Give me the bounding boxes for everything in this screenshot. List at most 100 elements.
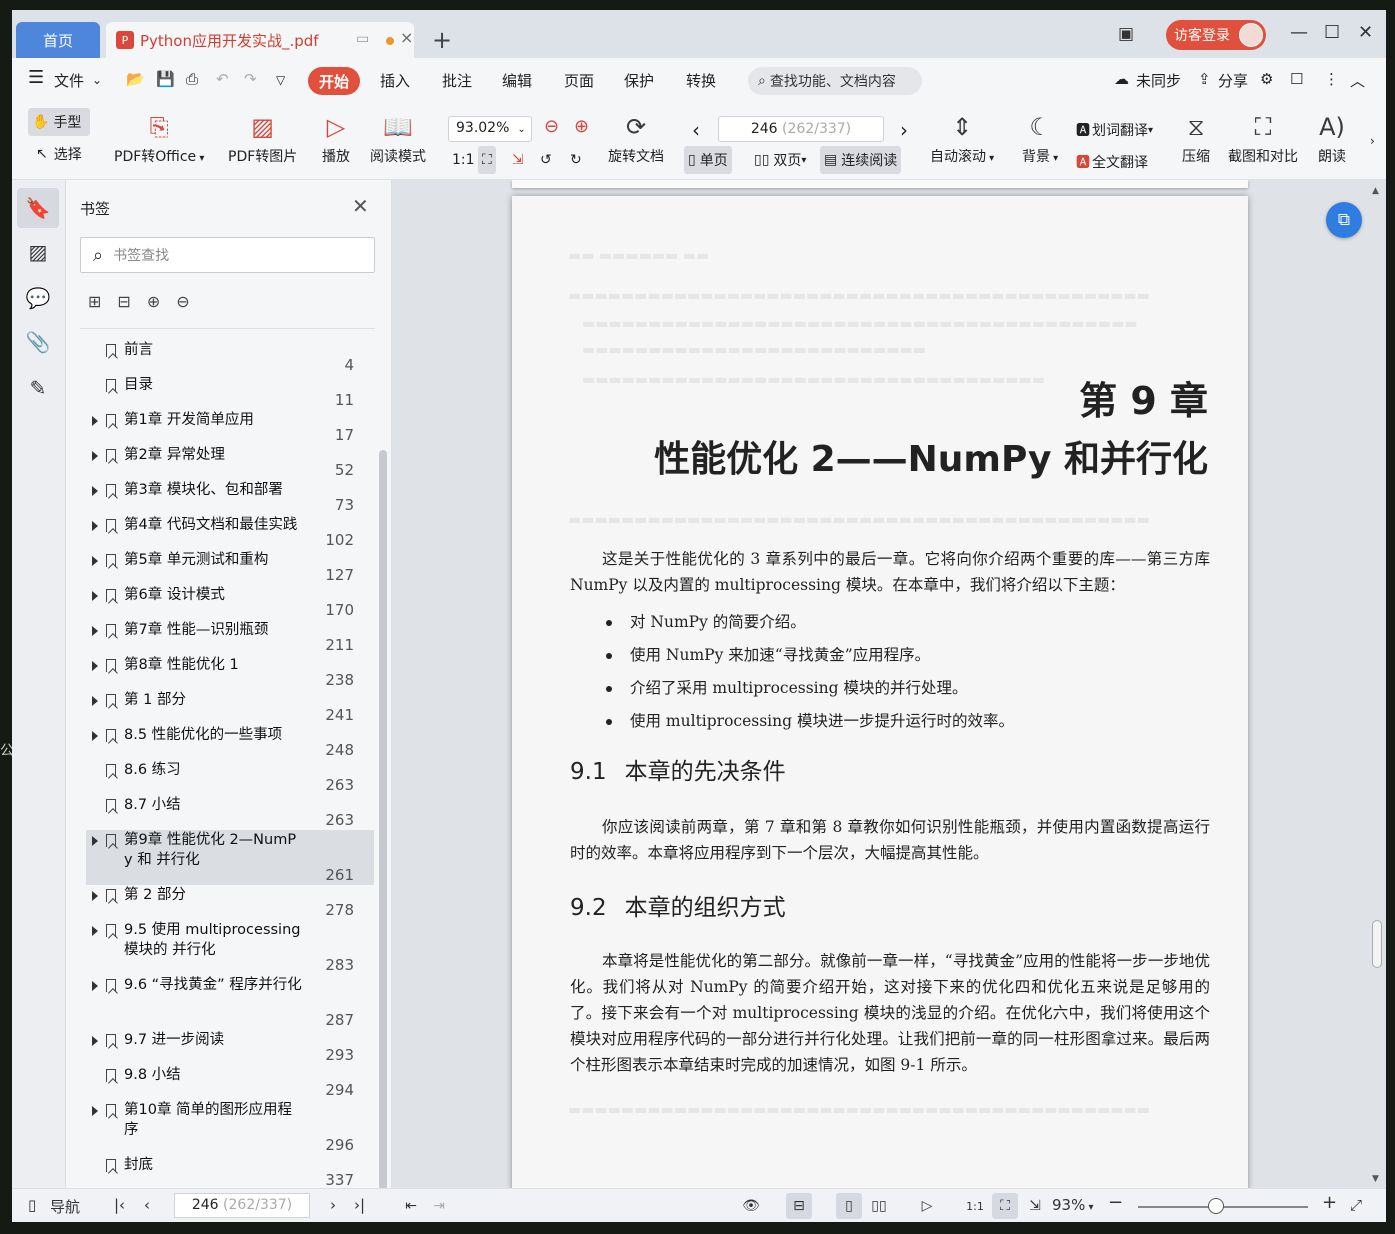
- play-button[interactable]: ▷ 播放: [322, 112, 350, 166]
- screenshot-compare-button[interactable]: ⛶ 截图和对比: [1228, 112, 1298, 166]
- bookmark-item[interactable]: 第 1 部分 241: [86, 690, 374, 725]
- bookmark-item[interactable]: 第5章 单元测试和重构 127: [86, 550, 374, 585]
- single-page-status-icon[interactable]: ▯: [836, 1193, 862, 1219]
- expand-arrow-icon[interactable]: [92, 1106, 98, 1116]
- fit-width-icon[interactable]: ⇲: [508, 146, 528, 174]
- rotate-left-icon[interactable]: ↺: [536, 146, 556, 174]
- compress-button[interactable]: ⧖ 压缩: [1182, 112, 1210, 166]
- expand-arrow-icon[interactable]: [92, 1036, 98, 1046]
- full-translate-button[interactable]: 🅰 全文翻译: [1072, 148, 1152, 176]
- close-tab-icon[interactable]: ×: [400, 28, 413, 47]
- signature-icon[interactable]: ✎: [17, 368, 59, 408]
- cloud-sync-icon[interactable]: ☁: [1114, 70, 1129, 88]
- eye-protection-icon[interactable]: 👁: [738, 1193, 764, 1219]
- bookmark-panel-icon[interactable]: 🔖: [17, 188, 59, 228]
- bookmark-item[interactable]: 8.7 小结 263: [86, 795, 374, 830]
- bookmark-item[interactable]: 9.7 进一步阅读 293: [86, 1030, 374, 1065]
- floating-tool-icon[interactable]: ⧉: [1326, 202, 1362, 238]
- share-button[interactable]: 分享: [1218, 70, 1248, 91]
- share-icon[interactable]: ⇪: [1198, 70, 1211, 88]
- bookmark-item[interactable]: 封底 337: [86, 1155, 374, 1190]
- bookmark-item[interactable]: 第9章 性能优化 2—NumP y 和 并行化 261: [86, 830, 374, 885]
- scroll-down-icon[interactable]: ▼: [1372, 1174, 1379, 1184]
- menu-edit[interactable]: 编辑: [502, 70, 532, 91]
- bookmark-item[interactable]: 9.8 小结 294: [86, 1065, 374, 1100]
- expand-arrow-icon[interactable]: [92, 416, 98, 426]
- zoom-out-icon[interactable]: ⊖: [544, 116, 559, 137]
- zoom-out-status-icon[interactable]: −: [1108, 1192, 1123, 1213]
- bookmark-search-input[interactable]: ⌕ 书签查找: [80, 237, 375, 273]
- prev-page-status-icon[interactable]: ‹: [144, 1196, 150, 1214]
- menu-annotate[interactable]: 批注: [442, 70, 472, 91]
- bookmark-item[interactable]: 第8章 性能优化 1 238: [86, 655, 374, 690]
- bookmark-item[interactable]: 前言 4: [86, 340, 374, 375]
- collapse-ribbon-icon[interactable]: ︿: [1350, 70, 1365, 91]
- visitor-login-button[interactable]: 访客登录: [1166, 20, 1266, 50]
- settings-icon[interactable]: ⚙: [1260, 70, 1273, 88]
- maximize-button[interactable]: ☐: [1324, 22, 1340, 43]
- delete-bookmark-icon[interactable]: ⊖: [176, 292, 189, 311]
- rotate-right-icon[interactable]: ↻: [566, 146, 586, 174]
- full-screen-read-icon[interactable]: ⊟: [786, 1193, 812, 1219]
- bookmark-item[interactable]: 第4章 代码文档和最佳实践 102: [86, 515, 374, 550]
- monitor-icon[interactable]: ▭: [356, 31, 369, 47]
- more-icon[interactable]: ⋮: [1324, 70, 1339, 88]
- last-page-icon[interactable]: ›|: [354, 1196, 365, 1214]
- double-page-button[interactable]: ▯▯ 双页 ▾: [750, 146, 810, 174]
- undo-icon[interactable]: ↶: [216, 70, 229, 88]
- expand-arrow-icon[interactable]: [92, 731, 98, 741]
- close-window-button[interactable]: ✕: [1358, 22, 1373, 43]
- expand-arrow-icon[interactable]: [92, 521, 98, 531]
- back-icon[interactable]: ⇤: [398, 1193, 424, 1219]
- expand-arrow-icon[interactable]: [92, 696, 98, 706]
- play-status-icon[interactable]: ▷: [914, 1193, 940, 1219]
- panel-scrollbar[interactable]: [379, 450, 387, 1190]
- bookmark-item[interactable]: 第10章 简单的图形应用程 序 296: [86, 1100, 374, 1155]
- menu-insert[interactable]: 插入: [380, 70, 410, 91]
- single-page-button[interactable]: ▯ 单页: [684, 146, 732, 174]
- rotate-document-button[interactable]: ⟳ 旋转文档: [608, 112, 664, 166]
- zoom-status[interactable]: 93% ▾: [1052, 1196, 1094, 1214]
- pdf-to-image-button[interactable]: ▨ PDF转图片: [228, 112, 297, 166]
- menu-file[interactable]: 文件: [54, 70, 84, 91]
- feature-search[interactable]: ⌕ 查找功能、文档内容: [748, 67, 922, 95]
- new-tab-button[interactable]: +: [432, 28, 452, 52]
- expand-arrow-icon[interactable]: [92, 661, 98, 671]
- word-translate-button[interactable]: 🅰 划词翻译 ▾: [1072, 116, 1157, 144]
- status-page-input[interactable]: 246 (262/337): [174, 1193, 310, 1218]
- bookmark-item[interactable]: 8.5 性能优化的一些事项 248: [86, 725, 374, 760]
- chevron-down-icon[interactable]: ⌄: [92, 73, 102, 87]
- tab-document[interactable]: P Python应用开发实战_.pdf ▭ ×: [106, 22, 414, 58]
- fullscreen-icon[interactable]: ⤢: [1350, 1196, 1362, 1214]
- document-scrollbar[interactable]: [1372, 920, 1382, 968]
- add-bookmark-icon[interactable]: ⊕: [147, 292, 160, 311]
- menu-page[interactable]: 页面: [564, 70, 594, 91]
- bookmark-item[interactable]: 第6章 设计模式 170: [86, 585, 374, 620]
- save-icon[interactable]: 💾: [156, 70, 175, 88]
- bookmark-item[interactable]: 目录 11: [86, 375, 374, 410]
- bookmark-item[interactable]: 8.6 练习 263: [86, 760, 374, 795]
- auto-scroll-button[interactable]: ⇕ 自动滚动 ▾: [930, 112, 994, 166]
- pdf-to-office-button[interactable]: ⎘ PDF转Office ▾: [114, 112, 204, 166]
- actual-size-icon[interactable]: 1:1: [448, 146, 479, 174]
- zoom-in-icon[interactable]: ⊕: [574, 116, 589, 137]
- scroll-up-icon[interactable]: ▲: [1372, 186, 1379, 196]
- zoom-select[interactable]: 93.02% ⌄: [448, 116, 532, 142]
- redo-icon[interactable]: ↷: [244, 70, 257, 88]
- actual-size-status-icon[interactable]: 1:1: [962, 1193, 988, 1219]
- forward-icon[interactable]: ⇥: [426, 1193, 452, 1219]
- expand-arrow-icon[interactable]: [92, 451, 98, 461]
- more-chevron-icon[interactable]: ▽: [276, 73, 285, 87]
- background-button[interactable]: ☾ 背景 ▾: [1022, 112, 1058, 166]
- menu-protect[interactable]: 保护: [624, 70, 654, 91]
- expand-arrow-icon[interactable]: [92, 556, 98, 566]
- bookmark-item[interactable]: 第7章 性能—识别瓶颈 211: [86, 620, 374, 655]
- expand-arrow-icon[interactable]: [92, 981, 98, 991]
- bookmark-item[interactable]: 第 2 部分 278: [86, 885, 374, 920]
- minimize-button[interactable]: —: [1290, 22, 1308, 43]
- bookmark-item[interactable]: 第1章 开发简单应用 17: [86, 410, 374, 445]
- page-number-input[interactable]: 246 (262/337): [718, 116, 884, 142]
- continuous-read-button[interactable]: ▤ 连续阅读: [820, 146, 902, 174]
- open-icon[interactable]: 📂: [126, 70, 145, 88]
- bookmark-item[interactable]: 9.5 使用 multiprocessing 模块的 并行化 283: [86, 920, 374, 975]
